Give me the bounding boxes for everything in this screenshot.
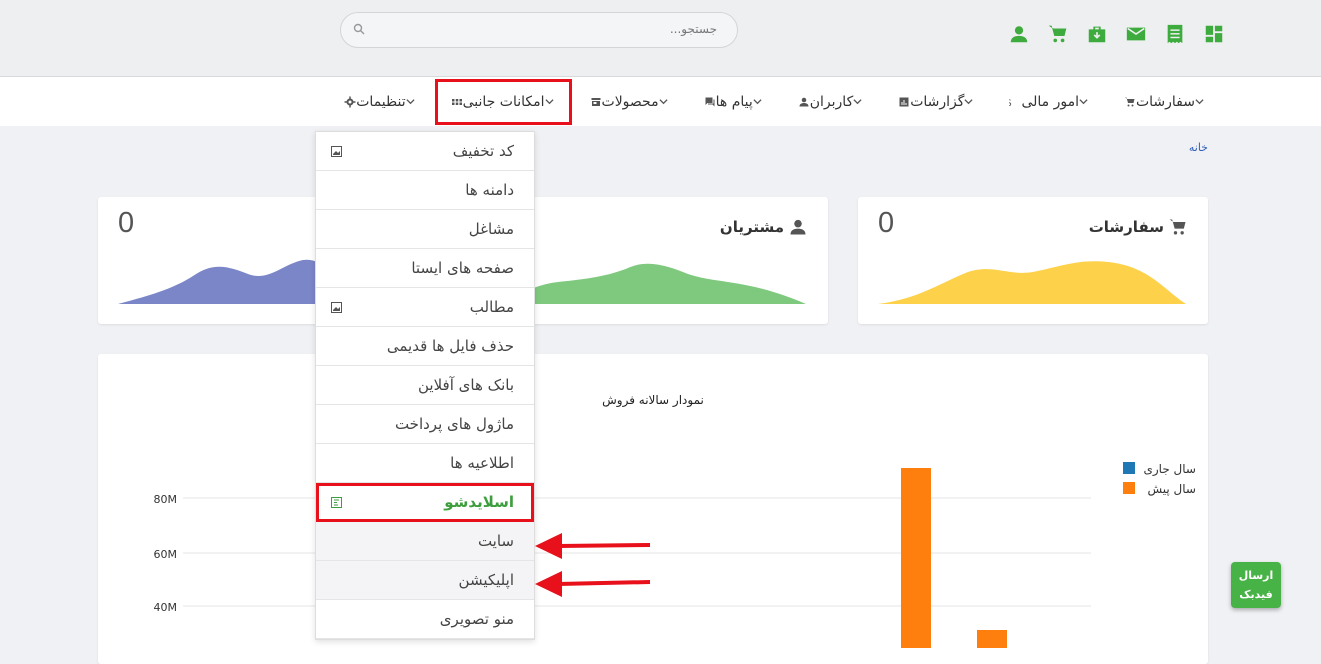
chevron-down-icon — [753, 97, 762, 106]
orders-wave-chart — [878, 261, 1186, 304]
menu-item-static-pages[interactable]: صفحه های ایستا — [316, 249, 534, 288]
dashboard-icon[interactable] — [1203, 22, 1225, 46]
image-icon — [331, 302, 342, 313]
chevron-down-icon — [964, 97, 974, 106]
y-tick-label: 40M — [154, 601, 178, 614]
search-icon — [353, 23, 365, 35]
menu-item-image-menu[interactable]: منو تصویری — [316, 600, 534, 639]
nav-item-finance[interactable]: $ امور مالی — [992, 77, 1107, 126]
card-value: 0 — [118, 207, 135, 239]
nav-item-users[interactable]: کاربران — [781, 77, 881, 126]
menu-item-articles[interactable]: مطالب — [316, 288, 534, 327]
nav-item-extras[interactable]: امکانات جانبی — [434, 78, 573, 126]
legend-label-current: سال جاری — [1143, 462, 1196, 477]
search-box[interactable] — [340, 12, 738, 48]
y-tick-label: 80M — [154, 493, 178, 506]
sales-chart-card: نمودار سالانه فروش 80M 60M 40M سال جاری … — [98, 354, 1208, 664]
menu-item-application[interactable]: اپلیکیشن — [316, 561, 534, 600]
grid-icon — [451, 96, 463, 108]
chevron-down-icon — [1079, 97, 1088, 106]
report-icon — [898, 96, 910, 108]
receipt-icon[interactable] — [1164, 22, 1186, 46]
bar-previous-year-1 — [901, 468, 931, 664]
nav-item-settings[interactable]: تنظیمات — [327, 77, 433, 126]
chevron-down-icon — [406, 97, 415, 106]
main-nav: سفارشات $ امور مالی گزارشات کاربران پیام… — [327, 77, 1223, 126]
breadcrumb[interactable]: خانه — [1189, 141, 1208, 154]
chevron-down-icon — [1195, 97, 1204, 106]
cart-icon — [1169, 219, 1186, 235]
top-bar — [0, 0, 1321, 77]
legend-swatch-previous — [1123, 482, 1135, 494]
legend-label-previous: سال پیش — [1147, 482, 1196, 497]
sales-chart: نمودار سالانه فروش 80M 60M 40M سال جاری … — [154, 393, 1196, 664]
store-icon — [590, 96, 602, 108]
arrow-head — [535, 571, 562, 597]
nav-item-products[interactable]: محصولات — [573, 77, 687, 126]
bar-previous-year-2 — [977, 630, 1007, 664]
main-nav-bar: سفارشات $ امور مالی گزارشات کاربران پیام… — [0, 77, 1321, 126]
annotation-arrows — [535, 533, 651, 597]
nav-label: امکانات جانبی — [462, 93, 545, 110]
dollar-icon: $ — [1009, 96, 1021, 108]
arrow-head — [535, 533, 562, 559]
chevron-down-icon — [853, 97, 862, 106]
menu-item-slideshow[interactable]: اسلایدشو — [316, 483, 534, 522]
arrow-line — [557, 543, 651, 548]
customers-wave-chart — [498, 263, 806, 304]
user-icon[interactable] — [1008, 22, 1030, 46]
nav-item-orders[interactable]: سفارشات — [1107, 77, 1223, 126]
feedback-button[interactable]: ارسال فیدبک — [1231, 562, 1281, 608]
card-value: 0 — [878, 207, 895, 239]
image-icon — [331, 146, 342, 157]
extras-dropdown-menu: کد تخفیف دامنه ها مشاغل صفحه های ایستا م… — [315, 131, 535, 640]
briefcase-icon[interactable] — [1086, 22, 1108, 46]
menu-item-announcements[interactable]: اطلاعیه ها — [316, 444, 534, 483]
nav-item-reports[interactable]: گزارشات — [881, 77, 992, 126]
nav-label: کاربران — [809, 93, 854, 110]
y-tick-label: 60M — [154, 548, 178, 561]
chat-icon — [704, 96, 716, 108]
arrow-line — [557, 580, 651, 586]
menu-item-offline-banks[interactable]: بانک های آفلاین — [316, 366, 534, 405]
nav-label: محصولات — [601, 93, 659, 110]
chart-title: نمودار سالانه فروش — [602, 393, 704, 408]
chevron-down-icon — [544, 97, 554, 106]
menu-item-jobs[interactable]: مشاغل — [316, 210, 534, 249]
search-input[interactable] — [375, 21, 719, 37]
svg-text:$: $ — [1009, 98, 1012, 108]
nav-label: پیام ها — [715, 93, 753, 110]
chevron-down-icon — [659, 97, 668, 106]
nav-label: سفارشات — [1135, 93, 1195, 110]
orders-card: سفارشات 0 — [858, 197, 1208, 324]
menu-item-delete-old-files[interactable]: حذف فایل ها قدیمی — [316, 327, 534, 366]
card-title: مشتریان — [720, 217, 808, 237]
menu-item-domains[interactable]: دامنه ها — [316, 171, 534, 210]
slideshow-icon — [331, 497, 342, 508]
nav-label: امور مالی — [1021, 93, 1079, 110]
menu-item-site[interactable]: سایت — [316, 522, 534, 561]
cart-icon[interactable] — [1047, 22, 1069, 46]
nav-label: تنظیمات — [356, 93, 406, 110]
mail-icon[interactable] — [1125, 22, 1147, 46]
legend-swatch-current — [1123, 462, 1135, 474]
user-icon — [790, 219, 806, 235]
menu-item-discount-code[interactable]: کد تخفیف — [316, 132, 534, 171]
nav-item-messages[interactable]: پیام ها — [687, 77, 781, 126]
cart-icon — [1124, 96, 1136, 108]
user-icon — [798, 96, 810, 108]
gear-icon — [344, 96, 356, 108]
card-title: سفارشات — [1089, 217, 1188, 237]
nav-label: گزارشات — [910, 93, 965, 110]
menu-item-payment-modules[interactable]: ماژول های پرداخت — [316, 405, 534, 444]
